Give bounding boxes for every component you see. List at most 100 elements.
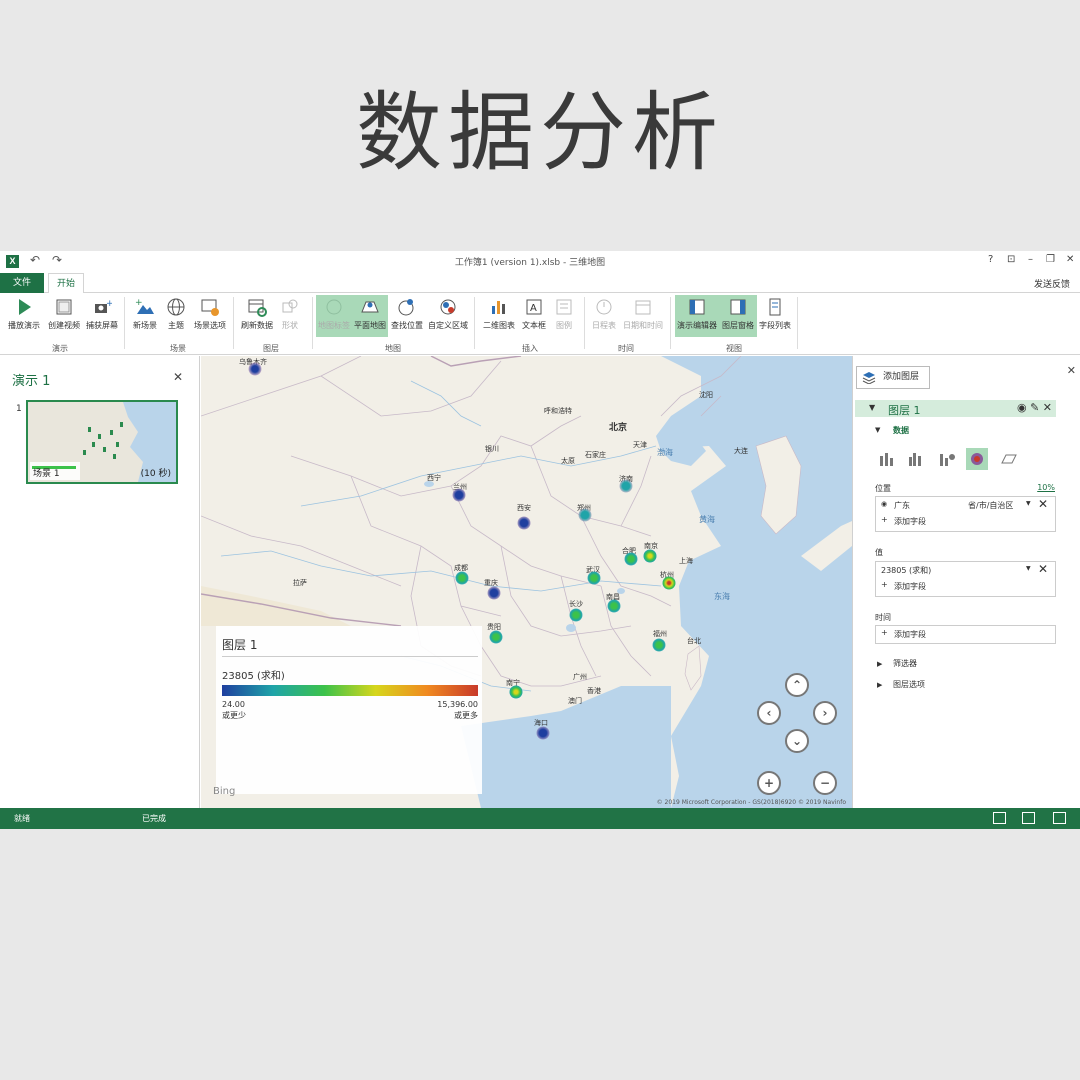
location-label: 位置 [875, 484, 891, 493]
chevron-down-icon[interactable]: ▼ [1026, 565, 1031, 572]
pan-up-button[interactable]: ⌃ [785, 673, 809, 697]
map-legend[interactable]: 图层 1 23805 (求和) 24.00 15,396.00 或更少 或更多 [216, 626, 482, 794]
page-headline: 数据分析 [356, 83, 724, 183]
text-box-button[interactable]: A 文本框 [518, 295, 550, 337]
close-icon[interactable]: ✕ [173, 370, 183, 384]
legend-more-label: 或更多 [454, 711, 478, 720]
value-field-row[interactable]: 23805 (求和) ▼ ✕ [876, 562, 1055, 578]
find-location-button[interactable]: 查找位置 [388, 295, 426, 337]
send-feedback-link[interactable]: 发送反馈 [1034, 277, 1070, 290]
pencil-icon[interactable]: ✎ [1030, 401, 1039, 414]
minimize-button[interactable]: – [1028, 254, 1033, 265]
new-scene-button[interactable]: + 新场景 [128, 295, 162, 337]
remove-field-icon[interactable]: ✕ [1038, 562, 1048, 576]
close-icon[interactable]: ✕ [1067, 364, 1076, 377]
date-time-button[interactable]: 日期和时间 [620, 295, 666, 337]
layer-row[interactable]: ▼ 图层 1 ◉ ✎ ✕ [855, 400, 1056, 417]
location-field-row[interactable]: ◉ 广东 省/市/自治区 ▼ ✕ [876, 497, 1055, 513]
pan-right-button[interactable]: › [813, 701, 837, 725]
expand-arrow-icon[interactable]: ▶ [877, 660, 882, 668]
scene-gear-icon [201, 299, 219, 316]
ribbon-display-button[interactable]: ⊡ [1007, 254, 1015, 265]
city-label: 台北 [687, 637, 701, 645]
svg-text:A: A [530, 303, 537, 314]
ribbon-separator [233, 297, 234, 349]
heat-map-icon[interactable] [966, 448, 988, 470]
legend-color-scale [222, 685, 478, 696]
legend-button[interactable]: 图例 [550, 295, 578, 337]
close-window-button[interactable]: ✕ [1066, 254, 1074, 265]
city-label: 西宁 [427, 474, 441, 482]
chevron-right-icon: › [822, 706, 828, 720]
image-view-icon[interactable] [993, 812, 1006, 824]
expand-arrow-icon[interactable]: ▶ [877, 681, 882, 689]
fullscreen-icon[interactable] [1053, 812, 1066, 824]
zoom-in-button[interactable]: + [757, 771, 781, 795]
delete-icon[interactable]: ✕ [1043, 401, 1052, 414]
radio-icon[interactable]: ◉ [881, 500, 887, 508]
collapse-arrow-icon[interactable]: ▼ [875, 426, 880, 434]
2d-chart-button[interactable]: 二维图表 [480, 295, 518, 337]
region-map-icon[interactable] [998, 448, 1020, 470]
zoom-out-button[interactable]: − [813, 771, 837, 795]
stacked-column-icon[interactable] [876, 448, 898, 470]
map-copyright: © 2019 Microsoft Corporation - GS(2018)6… [656, 799, 846, 806]
add-field-label: 添加字段 [894, 630, 926, 639]
add-field-row[interactable]: + 添加字段 [876, 626, 1055, 642]
pan-left-button[interactable]: ‹ [757, 701, 781, 725]
location-match-percent[interactable]: 10% [1037, 483, 1055, 492]
tab-file[interactable]: 文件 [0, 273, 44, 293]
location-field-name: 广东 [894, 501, 910, 510]
add-layer-button[interactable]: 添加图层 [856, 366, 930, 389]
plus-icon: + [881, 628, 888, 637]
custom-region-button[interactable]: 自定义区域 [426, 295, 470, 337]
shapes-button[interactable]: 形状 [277, 295, 303, 337]
help-button[interactable]: ? [988, 254, 993, 265]
group-label-tour: 演示 [52, 344, 68, 353]
timeline-button[interactable]: 日程表 [588, 295, 620, 337]
layer-name: 图层 1 [888, 404, 921, 417]
scene-options-button[interactable]: 场景选项 [190, 295, 230, 337]
layer-options-section[interactable]: 图层选项 [893, 679, 925, 690]
camera-icon: + [95, 299, 112, 313]
eye-icon[interactable]: ◉ [1017, 401, 1027, 414]
data-section-header[interactable]: 数据 [893, 425, 909, 436]
map-view[interactable]: 北京 天津 石家庄 太原 呼和浩特 银川 西宁 兰州 西安 郑州 济南 沈阳 大… [201, 356, 852, 808]
collapse-arrow-icon[interactable]: ▼ [869, 403, 875, 412]
filters-section[interactable]: 筛选器 [893, 658, 917, 669]
capture-screen-button[interactable]: + 捕获屏幕 [84, 295, 120, 337]
add-field-label: 添加字段 [894, 582, 926, 591]
layer-pane-button[interactable]: 图层窗格 [719, 295, 757, 337]
tab-home[interactable]: 开始 [48, 273, 84, 294]
tour-editor-pane: 演示 1 ✕ 1 场景 1 (10 秒) [0, 356, 200, 808]
heatmap-point [578, 508, 592, 522]
fit-view-icon[interactable] [1022, 812, 1035, 824]
restore-button[interactable]: ❐ [1046, 254, 1055, 265]
field-list-button[interactable]: 字段列表 [757, 295, 793, 337]
ribbon-separator [670, 297, 671, 349]
film-icon [56, 299, 72, 315]
value-field-box: 23805 (求和) ▼ ✕ + 添加字段 [875, 561, 1056, 597]
heatmap-point [652, 638, 666, 652]
chevron-down-icon[interactable]: ▼ [1026, 500, 1031, 507]
map-labels-button[interactable]: 地图标签 [316, 295, 352, 337]
play-tour-button[interactable]: 播放演示 [4, 295, 44, 337]
location-type-select[interactable]: 省/市/自治区 [968, 500, 1013, 511]
theme-button[interactable]: 主题 [162, 295, 190, 337]
add-field-row[interactable]: + 添加字段 [876, 513, 1055, 529]
add-field-row[interactable]: + 添加字段 [876, 578, 1055, 594]
shapes-icon [282, 299, 298, 313]
remove-field-icon[interactable]: ✕ [1038, 497, 1048, 511]
bubble-chart-icon[interactable] [936, 448, 958, 470]
flat-map-button[interactable]: 平面地图 [352, 295, 388, 337]
scene-thumbnail[interactable]: 场景 1 (10 秒) [26, 400, 178, 484]
time-field-box: + 添加字段 [875, 625, 1056, 644]
clustered-column-icon[interactable] [905, 448, 927, 470]
pan-down-button[interactable]: ⌄ [785, 729, 809, 753]
create-video-button[interactable]: 创建视频 [44, 295, 84, 337]
tour-editor-button[interactable]: 演示编辑器 [675, 295, 719, 337]
ribbon-separator [312, 297, 313, 349]
find-location-icon [398, 299, 414, 316]
refresh-data-button[interactable]: 刷新数据 [237, 295, 277, 337]
sea-label: 渤海 [657, 448, 673, 457]
